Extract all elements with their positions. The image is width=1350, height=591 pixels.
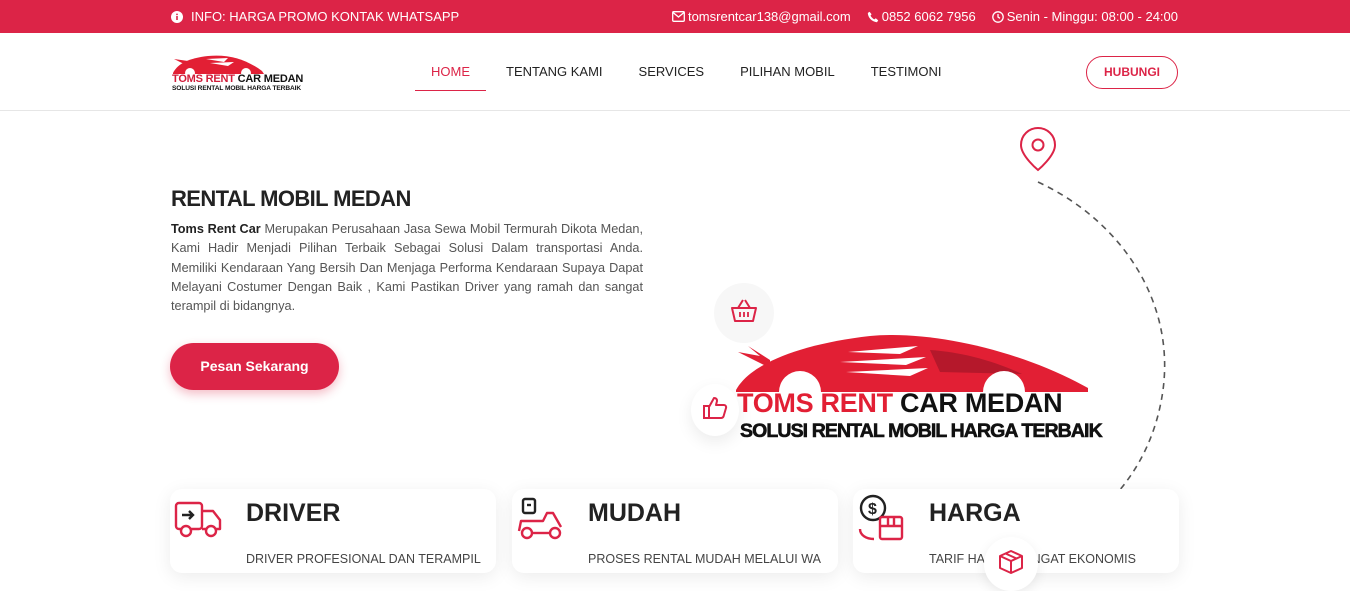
contact-button[interactable]: HUBUNGI <box>1086 56 1178 89</box>
phone-contact[interactable]: 0852 6062 7956 <box>867 9 976 24</box>
opening-hours: Senin - Minggu: 08:00 - 24:00 <box>991 9 1178 24</box>
nav-services[interactable]: SERVICES <box>623 33 721 111</box>
feature-description: DRIVER PROFESIONAL DAN TERAMPIL <box>246 552 481 566</box>
nav-testimoni[interactable]: TESTIMONI <box>855 33 958 111</box>
thumbs-up-icon <box>702 395 728 426</box>
email-contact[interactable]: tomsrentcar138@gmail.com <box>672 9 851 24</box>
brand-name: TOMS RENT CAR MEDAN <box>737 388 1063 418</box>
email-text: tomsrentcar138@gmail.com <box>687 9 851 24</box>
svg-text:$: $ <box>868 501 877 518</box>
clock-icon <box>991 10 1004 23</box>
logo-name: TOMS RENT CAR MEDAN <box>172 73 304 85</box>
site-header: TOMS RENT CAR MEDAN SOLUSI RENTAL MOBIL … <box>0 33 1350 111</box>
main-nav: HOME TENTANG KAMI SERVICES PILIHAN MOBIL… <box>415 33 961 111</box>
brand-tagline: SOLUSI RENTAL MOBIL HARGA TERBAIK <box>740 420 1103 443</box>
feature-title: MUDAH <box>588 499 682 527</box>
feature-title: DRIVER <box>246 499 341 527</box>
package-box-icon <box>997 548 1025 581</box>
site-logo[interactable]: TOMS RENT CAR MEDAN SOLUSI RENTAL MOBIL … <box>170 51 303 95</box>
info-text: INFO: HARGA PROMO KONTAK WHATSAPP <box>191 9 460 24</box>
nav-home[interactable]: HOME <box>415 33 486 111</box>
delivery-truck-icon <box>173 493 223 543</box>
feature-title: HARGA <box>929 499 1021 527</box>
nav-tentang-kami[interactable]: TENTANG KAMI <box>490 33 619 111</box>
hero-title: RENTAL MOBIL MEDAN <box>171 186 411 211</box>
logo-tagline: SOLUSI RENTAL MOBIL HARGA TERBAIK <box>172 85 302 92</box>
top-info-bar: INFO: HARGA PROMO KONTAK WHATSAPP tomsre… <box>0 0 1350 33</box>
info-icon <box>171 10 183 23</box>
nav-pilihan-mobil[interactable]: PILIHAN MOBIL <box>724 33 851 111</box>
feature-description: PROSES RENTAL MUDAH MELALUI WA <box>588 552 821 566</box>
feature-card-mudah: MUDAH PROSES RENTAL MUDAH MELALUI WA <box>512 489 838 573</box>
brand-graphic: TOMS RENT CAR MEDAN SOLUSI RENTAL MOBIL … <box>730 330 1103 452</box>
location-pin-icon <box>1019 126 1057 172</box>
envelope-icon <box>672 11 685 22</box>
phone-icon <box>867 11 879 23</box>
phone-text: 0852 6062 7956 <box>881 9 976 24</box>
scooter-delivery-icon <box>515 493 565 543</box>
box-bubble <box>984 537 1038 591</box>
info-notice: INFO: HARGA PROMO KONTAK WHATSAPP <box>171 9 459 24</box>
price-box-icon: $ <box>856 493 906 543</box>
hero-description: Toms Rent Car Merupakan Perusahaan Jasa … <box>171 222 643 314</box>
order-now-button[interactable]: Pesan Sekarang <box>170 343 339 390</box>
hours-text: Senin - Minggu: 08:00 - 24:00 <box>1006 9 1178 24</box>
shopping-basket-icon <box>729 298 759 329</box>
feature-card-driver: DRIVER DRIVER PROFESIONAL DAN TERAMPIL <box>170 489 496 573</box>
